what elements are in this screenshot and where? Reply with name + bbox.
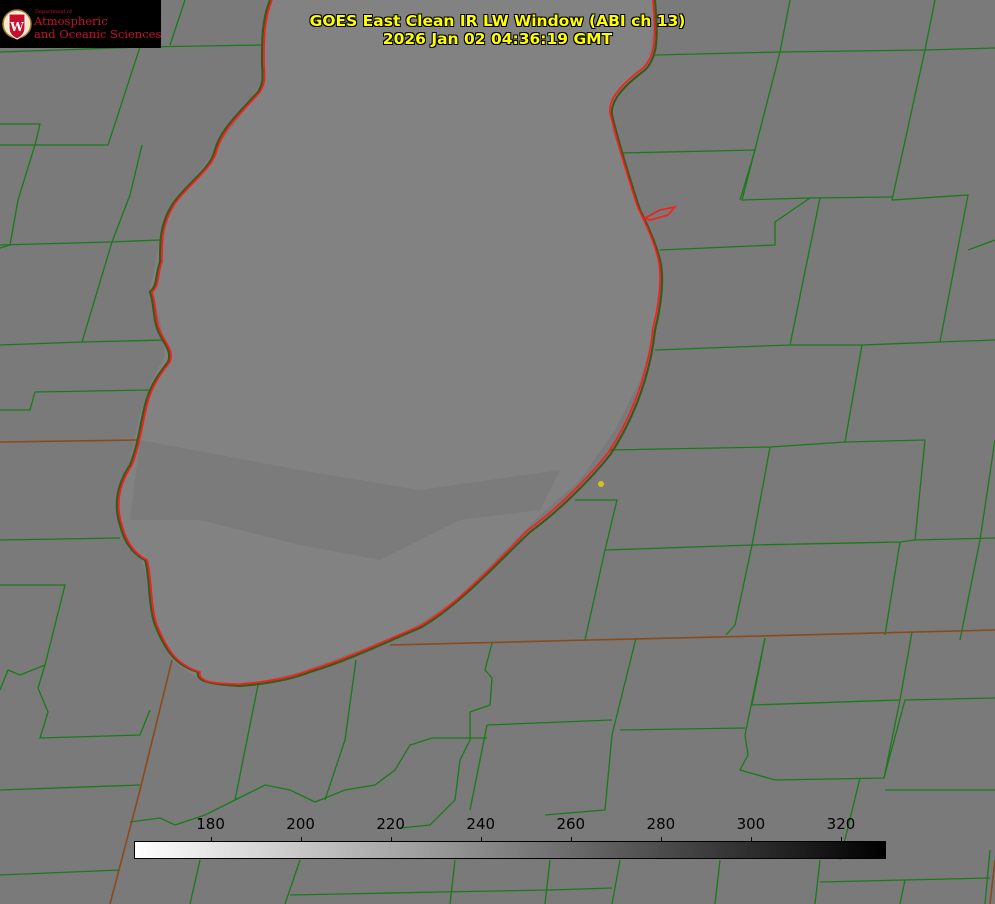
title-line-1: GOES East Clean IR LW Window (ABI ch 13) — [309, 12, 686, 30]
colorbar-tick-mark — [570, 837, 572, 842]
colorbar-tick-300: 300 — [736, 815, 766, 833]
title-line-2: 2026 Jan 02 04:36:19 GMT — [382, 30, 613, 48]
colorbar-tick-240: 240 — [466, 815, 496, 833]
colorbar — [134, 837, 886, 859]
image-title: GOES East Clean IR LW Window (ABI ch 13)… — [0, 12, 995, 48]
colorbar-tick-220: 220 — [376, 815, 405, 833]
colorbar-tick-mark — [660, 837, 662, 842]
location-marker — [598, 481, 604, 487]
colorbar-tick-mark — [750, 837, 752, 842]
colorbar-tick-mark — [210, 837, 212, 842]
colorbar-tick-280: 280 — [646, 815, 676, 833]
colorbar-tick-260: 260 — [556, 815, 586, 833]
satellite-map — [0, 0, 995, 904]
colorbar-tick-labels: 180 200 220 240 260 280 300 320 — [0, 815, 995, 835]
colorbar-tick-320: 320 — [826, 815, 856, 833]
colorbar-tick-200: 200 — [286, 815, 315, 833]
colorbar-tick-mark — [300, 837, 302, 842]
colorbar-tick-mark — [480, 837, 482, 842]
colorbar-tick-mark — [390, 837, 392, 842]
colorbar-tick-180: 180 — [196, 815, 225, 833]
colorbar-tick-mark — [840, 837, 842, 842]
